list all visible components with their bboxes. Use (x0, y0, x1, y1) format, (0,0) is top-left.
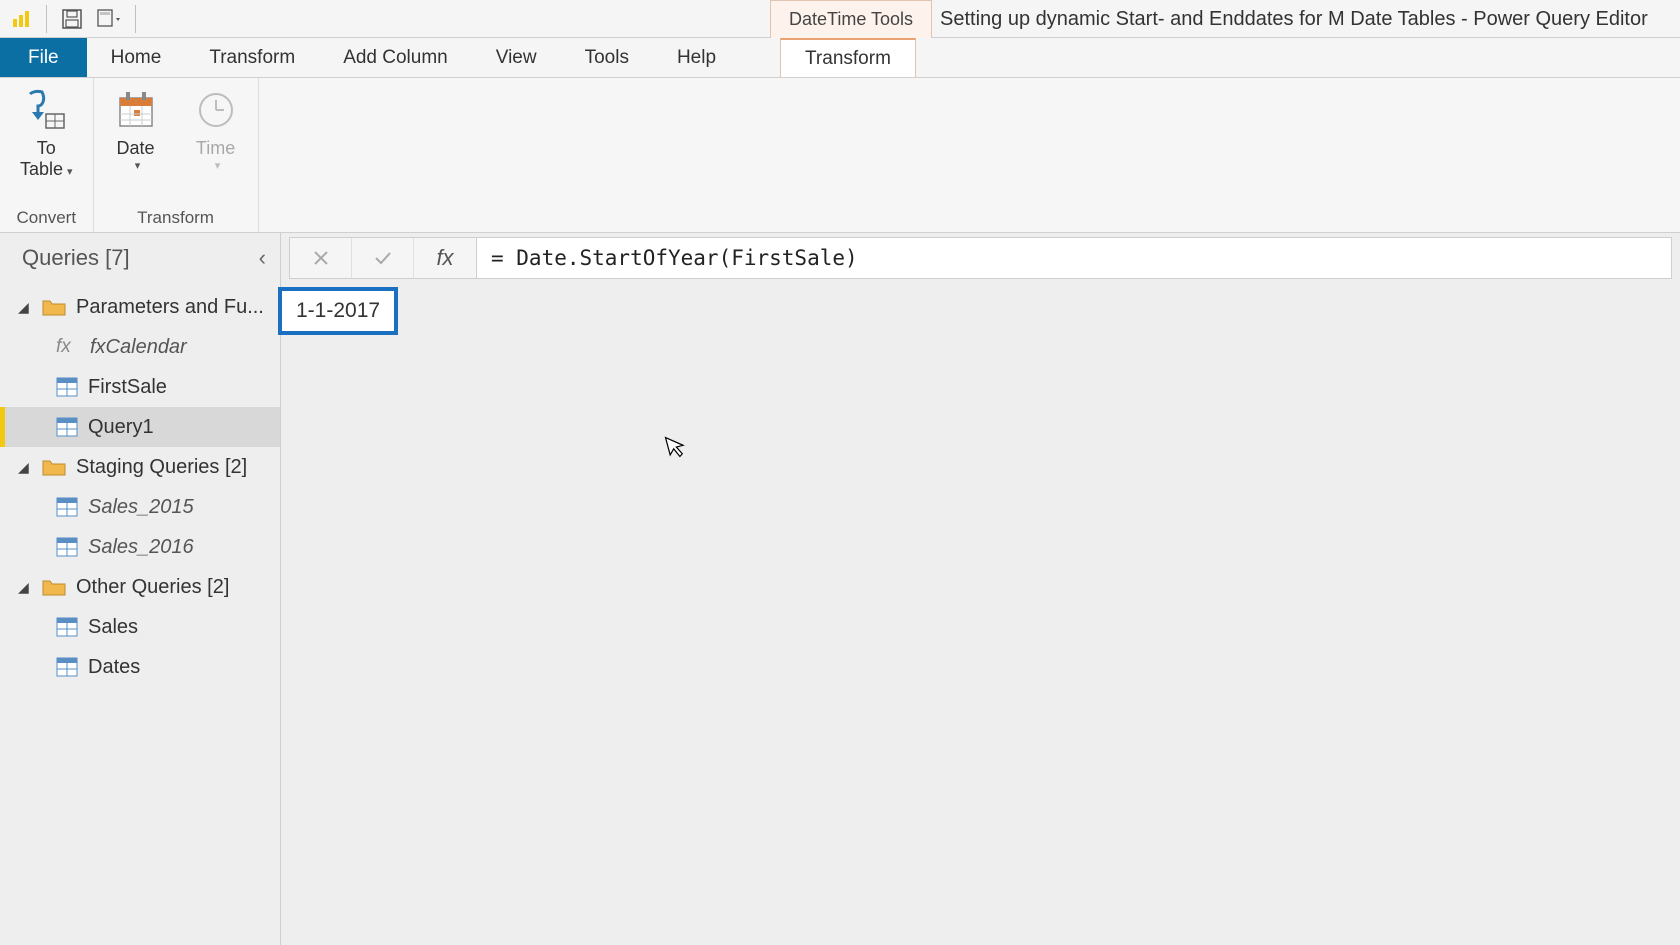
fx-icon: fx (436, 245, 453, 271)
ribbon-group-transform: Date ▾ Time ▾ Transform (94, 78, 259, 232)
query-tree: ◢ Parameters and Fu... fx fxCalendar Fir… (0, 283, 280, 691)
separator (135, 5, 136, 33)
folder-other[interactable]: ◢ Other Queries [2] (0, 567, 280, 607)
folder-icon (42, 297, 66, 317)
commit-formula-button[interactable] (352, 238, 414, 278)
ribbon-tabs: File Home Transform Add Column View Tool… (0, 38, 1680, 78)
query-item-sales[interactable]: Sales (0, 607, 280, 647)
close-icon (312, 249, 330, 267)
query-label: Dates (88, 656, 140, 679)
tab-transform[interactable]: Transform (185, 38, 319, 77)
cancel-formula-button[interactable] (290, 238, 352, 278)
query-item-fxcalendar[interactable]: fx fxCalendar (0, 327, 280, 367)
query-item-query1[interactable]: Query1 (0, 407, 280, 447)
folder-label: Parameters and Fu... (76, 296, 264, 319)
tab-add-column[interactable]: Add Column (319, 38, 472, 77)
chevron-down-icon[interactable]: ◢ (18, 579, 32, 596)
formula-bar: fx = Date.StartOfYear(FirstSale) (281, 233, 1680, 283)
title-bar: DateTime Tools Setting up dynamic Start-… (0, 0, 1680, 38)
query-item-dates[interactable]: Dates (0, 647, 280, 687)
undo-dropdown-button[interactable] (93, 2, 127, 36)
query-label: Sales_2016 (88, 536, 194, 559)
folder-staging[interactable]: ◢ Staging Queries [2] (0, 447, 280, 487)
ribbon-group-convert: To Table▾ Convert (0, 78, 94, 232)
folder-parameters[interactable]: ◢ Parameters and Fu... (0, 287, 280, 327)
to-table-icon (24, 88, 68, 132)
clock-icon (194, 88, 238, 132)
folder-icon (42, 457, 66, 477)
window-title: Setting up dynamic Start- and Enddates f… (940, 8, 1648, 31)
tab-contextual-transform[interactable]: Transform (780, 38, 916, 77)
tab-view[interactable]: View (472, 38, 561, 77)
time-label: Time (196, 138, 235, 159)
content-area: fx = Date.StartOfYear(FirstSale) 1-1-201… (281, 233, 1680, 945)
table-icon (56, 657, 78, 677)
chevron-down-icon[interactable]: ◢ (18, 459, 32, 476)
formula-buttons: fx (289, 237, 477, 279)
query-label: Query1 (88, 416, 154, 439)
tab-help[interactable]: Help (653, 38, 740, 77)
result-value-cell[interactable]: 1-1-2017 (278, 287, 398, 335)
queries-pane-header: Queries [7] ‹ (0, 233, 280, 283)
cursor-icon (663, 431, 691, 468)
table-icon (56, 497, 78, 517)
chevron-down-icon: ▾ (135, 159, 141, 172)
query-item-sales2016[interactable]: Sales_2016 (0, 527, 280, 567)
table-icon (56, 417, 78, 437)
tab-home[interactable]: Home (87, 38, 186, 77)
queries-header-label: Queries [7] (22, 245, 130, 271)
table-icon (56, 537, 78, 557)
folder-label: Staging Queries [2] (76, 456, 247, 479)
to-table-label-2: Table▾ (20, 159, 73, 180)
quick-access-toolbar (0, 2, 140, 36)
main-area: Queries [7] ‹ ◢ Parameters and Fu... fx … (0, 233, 1680, 945)
ribbon-body: To Table▾ Convert Date ▾ (0, 78, 1680, 233)
calendar-icon (114, 88, 158, 132)
chevron-down-icon[interactable]: ◢ (18, 299, 32, 316)
chevron-down-icon: ▾ (215, 159, 221, 172)
folder-label: Other Queries [2] (76, 576, 229, 599)
collapse-pane-icon[interactable]: ‹ (259, 245, 266, 271)
formula-input[interactable]: = Date.StartOfYear(FirstSale) (477, 237, 1672, 279)
fx-icon: fx (56, 336, 80, 358)
table-icon (56, 617, 78, 637)
tab-tools[interactable]: Tools (561, 38, 653, 77)
query-label: FirstSale (88, 376, 167, 399)
query-item-sales2015[interactable]: Sales_2015 (0, 487, 280, 527)
date-button[interactable]: Date ▾ (106, 84, 166, 176)
tab-file[interactable]: File (0, 38, 87, 77)
table-icon (56, 377, 78, 397)
app-icon (4, 2, 38, 36)
query-label: Sales (88, 616, 138, 639)
date-label: Date (117, 138, 155, 159)
contextual-group-label: DateTime Tools (789, 9, 913, 30)
contextual-tab-group-header: DateTime Tools (770, 0, 932, 38)
queries-pane: Queries [7] ‹ ◢ Parameters and Fu... fx … (0, 233, 281, 945)
ribbon-group-label-convert: Convert (17, 208, 77, 228)
separator (46, 5, 47, 33)
folder-icon (42, 577, 66, 597)
query-label: Sales_2015 (88, 496, 194, 519)
query-item-firstsale[interactable]: FirstSale (0, 367, 280, 407)
time-button[interactable]: Time ▾ (186, 84, 246, 176)
to-table-button[interactable]: To Table▾ (12, 84, 81, 184)
to-table-label-1: To (37, 138, 56, 159)
query-label: fxCalendar (90, 336, 187, 359)
save-button[interactable] (55, 2, 89, 36)
ribbon-group-label-transform: Transform (137, 208, 214, 228)
fx-button[interactable]: fx (414, 238, 476, 278)
check-icon (373, 249, 393, 267)
